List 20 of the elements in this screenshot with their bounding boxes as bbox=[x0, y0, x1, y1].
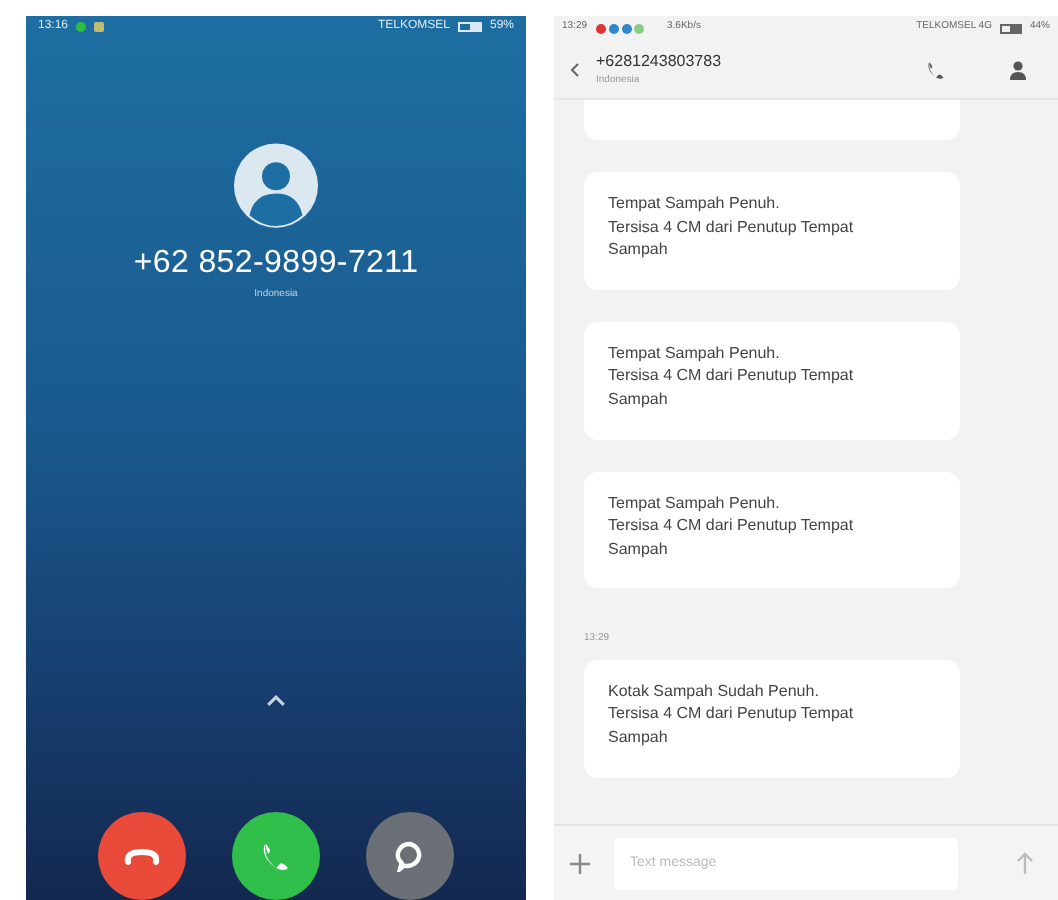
notification-icon bbox=[595, 23, 644, 33]
message-text: Kotak Sampah Sudah Penuh. Tersisa 4 CM dari Penutup Tempat Sampah bbox=[608, 679, 856, 750]
back-button[interactable] bbox=[570, 61, 580, 77]
contact-number: +6281243803783 bbox=[596, 49, 722, 74]
swipe-up-icon bbox=[262, 694, 290, 708]
message-button[interactable] bbox=[366, 812, 454, 900]
decline-button[interactable] bbox=[98, 812, 186, 900]
message-text: Tempat Sampah Penuh. Tersisa 4 CM dari Penutup Tempat Sampah bbox=[608, 192, 856, 262]
chat-bubble-icon bbox=[394, 840, 426, 872]
hang-up-icon bbox=[124, 846, 160, 866]
message-text: Tempat Sampah Penuh. Tersisa 4 CM dari Penutup Tempat Sampah bbox=[608, 341, 856, 412]
phone-icon bbox=[260, 840, 292, 872]
battery-icon bbox=[457, 21, 482, 32]
caller-number: +62 852-9899-7211 bbox=[133, 243, 419, 283]
add-button[interactable] bbox=[570, 853, 590, 873]
message-text: Tempat Sampah Penuh. Tersisa 4 CM dari Penutup Tempat Sampah bbox=[608, 491, 856, 561]
answer-button[interactable] bbox=[232, 812, 320, 900]
battery-icon bbox=[999, 23, 1022, 33]
contact-button[interactable] bbox=[1010, 59, 1026, 79]
call-button[interactable] bbox=[926, 59, 946, 79]
